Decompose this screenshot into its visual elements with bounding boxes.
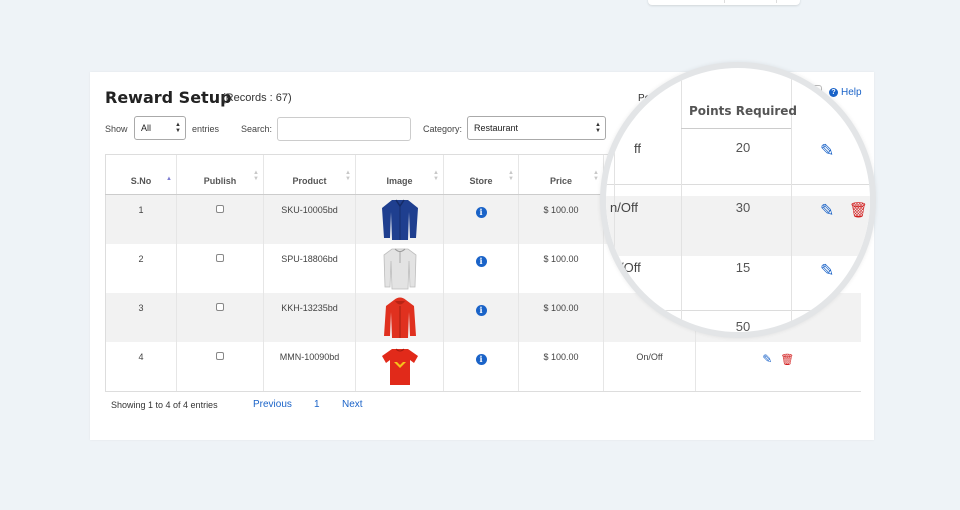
column-header-sno[interactable]: S.No ▲ [105, 154, 177, 195]
page-1-button[interactable]: 1 [314, 399, 320, 410]
column-header-image[interactable]: Image ▲ ▼ [355, 154, 444, 195]
category-select-value: Restaurant [474, 123, 519, 133]
magnifier-points-value: 15 [735, 260, 751, 275]
trash-icon[interactable]: 🗑 [780, 354, 794, 366]
category-select[interactable]: Restaurant ▲ ▼ [467, 116, 606, 140]
category-label: Category: [423, 124, 463, 134]
info-icon[interactable]: i [475, 207, 487, 218]
column-header-publish[interactable]: Publish ▲ ▼ [176, 154, 264, 195]
row-product: SKU-10005bd [263, 194, 356, 244]
page-title: Reward Setup [105, 88, 232, 107]
magnifier-points-value: 50 [735, 319, 751, 334]
search-label: Search: [241, 124, 273, 134]
product-image-red-jacket [383, 297, 416, 338]
product-image-red-tshirt [381, 348, 418, 385]
magnifier-divider [606, 310, 870, 311]
publish-checkbox-cell [176, 342, 264, 392]
row-actions-cell: ✎ 🗑 [695, 342, 861, 392]
sort-arrows-icon: ▲ ▼ [508, 170, 514, 182]
row-sno: 2 [105, 244, 177, 293]
row-price: $ 100.00 [518, 342, 604, 392]
search-input[interactable] [277, 117, 411, 141]
magnifier-divider [606, 184, 870, 185]
pencil-icon[interactable]: ✎ [820, 141, 834, 161]
row-image-cell [355, 342, 444, 392]
row-image-cell [355, 244, 444, 293]
sort-arrows-icon: ▲ [166, 176, 172, 182]
product-image-grey-henley [383, 248, 416, 290]
row-sno: 3 [105, 293, 177, 342]
records-count: (Records : 67) [222, 92, 292, 104]
info-icon[interactable]: i [475, 354, 487, 365]
entries-label: entries [192, 124, 220, 134]
publish-checkbox[interactable] [216, 303, 224, 311]
publish-checkbox-cell [176, 244, 264, 293]
next-page-button[interactable]: Next [342, 399, 363, 410]
publish-checkbox[interactable] [216, 205, 224, 213]
magnifier-points-value: 30 [735, 200, 751, 215]
column-header-store[interactable]: Store ▲ ▼ [443, 154, 519, 195]
row-product: KKH-13235bd [263, 293, 356, 342]
pencil-icon[interactable]: ✎ [820, 261, 834, 281]
magnifier-points-value: 20 [735, 140, 751, 155]
trash-icon[interactable]: 🗑 [849, 201, 868, 219]
row-price: $ 100.00 [518, 293, 604, 342]
entries-select[interactable]: All ▲ ▼ [134, 116, 186, 140]
top-fragment [648, 0, 800, 5]
show-label: Show [105, 124, 128, 134]
magnifier-header-line [681, 128, 791, 129]
row-onoff: On/Off [603, 342, 696, 392]
column-header-product[interactable]: Product ▲ ▼ [263, 154, 356, 195]
info-icon[interactable]: i [475, 256, 487, 267]
select-arrows-icon: ▲ ▼ [175, 122, 181, 134]
sort-arrows-icon: ▲ ▼ [253, 170, 259, 182]
showing-entries: Showing 1 to 4 of 4 entries [111, 400, 218, 410]
publish-checkbox[interactable] [216, 254, 224, 262]
row-price: $ 100.00 [518, 244, 604, 293]
row-product: SPU-18806bd [263, 244, 356, 293]
row-store-cell: i [443, 194, 519, 244]
magnifier-onoff: n/Off [610, 200, 638, 215]
magnifier-onoff: ff [634, 141, 641, 156]
publish-checkbox-cell [176, 293, 264, 342]
row-sno: 1 [105, 194, 177, 244]
sort-arrows-icon: ▲ ▼ [433, 170, 439, 182]
product-image-blue-shirt [381, 199, 418, 240]
pencil-icon[interactable]: ✎ [820, 201, 834, 221]
row-store-cell: i [443, 293, 519, 342]
sort-arrows-icon: ▲ ▼ [345, 170, 351, 182]
row-product: MMN-10090bd [263, 342, 356, 392]
magnifier-points-header: Points Required [688, 104, 798, 118]
select-arrows-icon: ▲ ▼ [595, 122, 601, 134]
row-image-cell [355, 293, 444, 342]
sort-arrows-icon: ▲ ▼ [593, 170, 599, 182]
points-magnifier: Points Required 20 30 15 50 ff n/Off /Of… [600, 62, 876, 338]
row-sno: 4 [105, 342, 177, 392]
info-icon[interactable]: i [475, 305, 487, 316]
previous-page-button[interactable]: Previous [253, 399, 292, 410]
table-row: 4 MMN-10090bd i $ 100.00 On/Off ✎ 🗑 [105, 342, 861, 392]
row-image-cell [355, 194, 444, 244]
publish-checkbox-cell [176, 194, 264, 244]
row-price: $ 100.00 [518, 194, 604, 244]
publish-checkbox[interactable] [216, 352, 224, 360]
entries-select-value: All [141, 123, 152, 133]
row-store-cell: i [443, 244, 519, 293]
column-header-price[interactable]: Price ▲ ▼ [518, 154, 604, 195]
magnifier-onoff: /Off [620, 260, 641, 275]
row-store-cell: i [443, 342, 519, 392]
magnifier-col-line [681, 68, 682, 332]
pencil-icon[interactable]: ✎ [762, 352, 772, 366]
